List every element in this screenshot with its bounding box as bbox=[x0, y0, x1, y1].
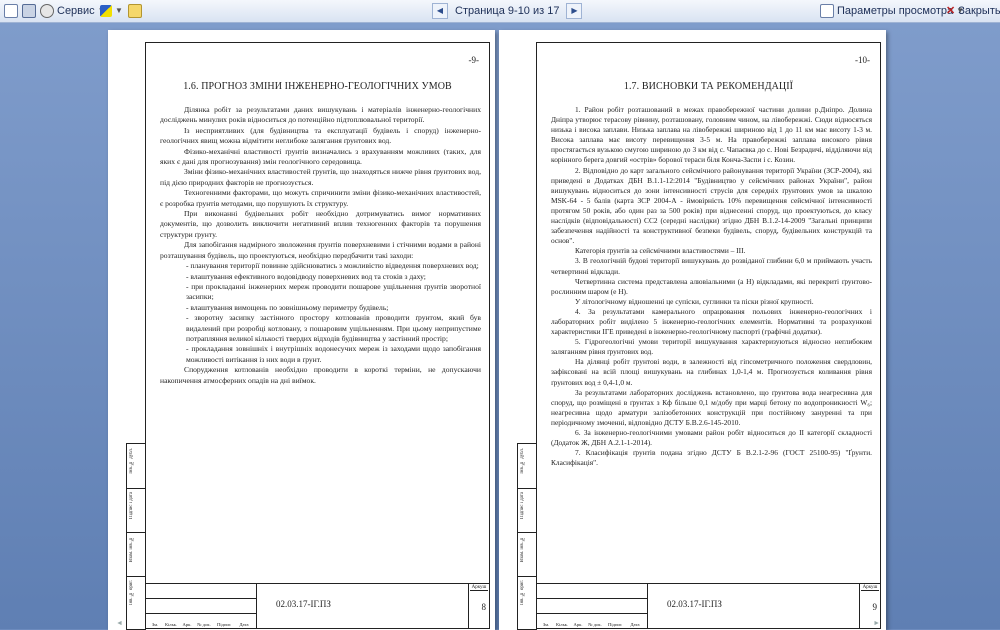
side-label: Підпис і дата bbox=[129, 492, 134, 519]
gear-icon bbox=[40, 4, 54, 18]
next-page-button[interactable]: ▶ bbox=[566, 3, 583, 19]
paragraph: 6. За інженерно-геологічними умовами рай… bbox=[551, 428, 872, 448]
close-label: Закрыть bbox=[958, 5, 1000, 17]
paragraph: Четвертинна система представлена алювіал… bbox=[551, 276, 872, 296]
page-frame: -9- 1.6. ПРОГНОЗ ЗМІНИ ІНЖЕНЕРНО-ГЕОЛОГІ… bbox=[126, 42, 490, 630]
view-params-label: Параметры просмотра bbox=[837, 5, 954, 17]
close-button[interactable]: ✕ Закрыть bbox=[946, 3, 1000, 19]
highlighter-icon bbox=[100, 5, 112, 17]
page-indicator: Страница 9-10 из 17 bbox=[455, 5, 560, 17]
print-button[interactable] bbox=[22, 3, 36, 19]
paragraph: 2. Відповідно до карт загального сейсміч… bbox=[551, 165, 872, 246]
sheet-label: Аркуш bbox=[861, 585, 879, 591]
list-item: - зворотну засипку застінного простору к… bbox=[186, 313, 481, 343]
paragraph: Спорудження котлованів необхідно проводи… bbox=[160, 365, 481, 385]
preview-toolbar: Сервис ▼ ▼ ◀ Страница 9-10 из 17 ▶ Парам… bbox=[0, 0, 1000, 23]
side-label: Інв. № ориг. bbox=[520, 580, 525, 606]
side-stamp: Інв. № дубл. Підпис і дата Взам. інв. № … bbox=[517, 443, 537, 630]
list-item: - планування території повинне здійснюва… bbox=[186, 261, 479, 271]
paragraph: Техногенними факторами, що можуть спричи… bbox=[160, 188, 481, 208]
column-label: № док. bbox=[197, 622, 211, 627]
section-title: 1.7. ВИСНОВКИ ТА РЕКОМЕНДАЦІЇ bbox=[623, 81, 794, 92]
page-number: -9- bbox=[468, 55, 480, 65]
side-label: Взам. інв. № bbox=[129, 536, 134, 563]
note-icon bbox=[128, 4, 142, 18]
column-label: Арк. bbox=[182, 622, 192, 627]
paragraph: При виконанні будівельних робіт необхідн… bbox=[160, 209, 481, 239]
side-label: Взам. інв. № bbox=[520, 536, 525, 563]
sheet-number: 9 bbox=[872, 602, 878, 612]
column-label: Дата bbox=[630, 622, 640, 627]
column-label: Арк. bbox=[573, 622, 583, 627]
paragraph: На ділянці робіт ґрунтові води, в залежн… bbox=[551, 357, 872, 387]
paragraph: Зміни фізико-механічних властивостей ґру… bbox=[160, 167, 481, 187]
column-label: Підпис bbox=[217, 622, 231, 627]
page-number: -10- bbox=[855, 55, 870, 65]
title-block: 02.03.17-ІГ.ПЗ Аркуш 8 Зм. Кільк. Арк. №… bbox=[146, 583, 489, 628]
chevron-left-icon: ◄ bbox=[116, 619, 123, 627]
paragraph: 7. Класифікація ґрунтів подана згідно ДС… bbox=[551, 448, 872, 468]
printer-icon bbox=[22, 4, 36, 18]
view-params-button[interactable]: Параметры просмотра ▼ bbox=[820, 3, 964, 19]
paragraph: 5. Гідрогеологічні умови території вишук… bbox=[551, 337, 872, 357]
title-block-columns: Зм. Кільк. Арк. № док. Підпис Дата bbox=[148, 622, 254, 627]
list-item: - прокладання зовнішніх і внутрішніх вод… bbox=[186, 344, 481, 364]
highlight-button[interactable]: ▼ bbox=[100, 3, 123, 19]
view-params-icon bbox=[820, 4, 834, 18]
title-block: 02.03.17-ІГ.ПЗ Аркуш 9 Зм. Кільк. Арк. №… bbox=[537, 583, 880, 628]
paragraph: За результатами лабораторних досліджень … bbox=[551, 387, 872, 427]
print-preview-icon bbox=[4, 4, 18, 18]
column-label: Зм. bbox=[542, 622, 550, 627]
chevron-right-icon: ► bbox=[873, 619, 880, 627]
side-label: Підпис і дата bbox=[520, 492, 525, 519]
service-menu-label: Сервис bbox=[57, 5, 95, 17]
page-navigator: ◀ Страница 9-10 из 17 ▶ bbox=[432, 3, 583, 19]
column-label: Підпис bbox=[608, 622, 622, 627]
side-stamp: Інв. № дубл. Підпис і дата Взам. інв. № … bbox=[126, 443, 146, 630]
close-icon: ✕ bbox=[946, 5, 956, 17]
side-label: Інв. № дубл. bbox=[520, 448, 525, 474]
document-code: 02.03.17-ІГ.ПЗ bbox=[276, 599, 331, 609]
print-preview-button[interactable] bbox=[4, 3, 18, 19]
document-page-9: -9- 1.6. ПРОГНОЗ ЗМІНИ ІНЖЕНЕРНО-ГЕОЛОГІ… bbox=[108, 30, 495, 630]
document-code: 02.03.17-ІГ.ПЗ bbox=[667, 599, 722, 609]
side-label: Інв. № ориг. bbox=[129, 580, 134, 606]
paragraph: Для запобігання надмірного зволоження ґр… bbox=[160, 240, 481, 260]
column-label: Дата bbox=[239, 622, 249, 627]
service-menu-button[interactable]: Сервис ▼ bbox=[40, 3, 106, 19]
note-button[interactable] bbox=[128, 3, 142, 19]
paragraph: Ділянка робіт за результатами даних вишу… bbox=[160, 105, 481, 125]
paragraph: 4. За результатами камерального опрацюва… bbox=[551, 306, 872, 337]
paragraph: Фізико-механічні властивості ґрунтів виз… bbox=[160, 146, 481, 167]
column-label: № док. bbox=[588, 622, 602, 627]
sheet-number: 8 bbox=[481, 602, 487, 612]
document-page-10: -10- 1.7. ВИСНОВКИ ТА РЕКОМЕНДАЦІЇ 1. Ра… bbox=[499, 30, 886, 630]
column-label: Зм. bbox=[151, 622, 159, 627]
column-label: Кільк. bbox=[555, 622, 569, 627]
section-body: Ділянка робіт за результатами даних вишу… bbox=[160, 105, 481, 386]
list-item: - влаштування ефективного водовідводу по… bbox=[186, 271, 426, 281]
section-title: 1.6. ПРОГНОЗ ЗМІНИ ІНЖЕНЕРНО-ГЕОЛОГІЧНИХ… bbox=[183, 81, 452, 92]
paragraph: Категорія ґрунтів за сейсмічними властив… bbox=[575, 246, 746, 256]
title-block-columns: Зм. Кільк. Арк. № док. Підпис Дата bbox=[539, 622, 645, 627]
column-label: Кільк. bbox=[164, 622, 178, 627]
page-frame: -10- 1.7. ВИСНОВКИ ТА РЕКОМЕНДАЦІЇ 1. Ра… bbox=[517, 42, 881, 630]
list-item: - влаштування вимощень по зовнішньому пе… bbox=[186, 302, 389, 312]
sheet-label: Аркуш bbox=[470, 585, 488, 591]
previous-page-button[interactable]: ◀ bbox=[432, 3, 448, 19]
side-label: Інв. № дубл. bbox=[129, 448, 134, 474]
chevron-down-icon: ▼ bbox=[115, 6, 123, 15]
paragraph: Із несприятливих (для будівництва та екс… bbox=[160, 125, 481, 146]
paragraph: 3. В геологічній будові території вишуку… bbox=[551, 256, 872, 276]
paragraph: 1. Район робіт розташований в межах прав… bbox=[551, 105, 872, 165]
section-body: 1. Район робіт розташований в межах прав… bbox=[551, 105, 872, 468]
list-item: - при прокладанні інженерних мереж прово… bbox=[186, 281, 481, 302]
paragraph: У літологічному відношенні це супіски, с… bbox=[575, 296, 814, 306]
